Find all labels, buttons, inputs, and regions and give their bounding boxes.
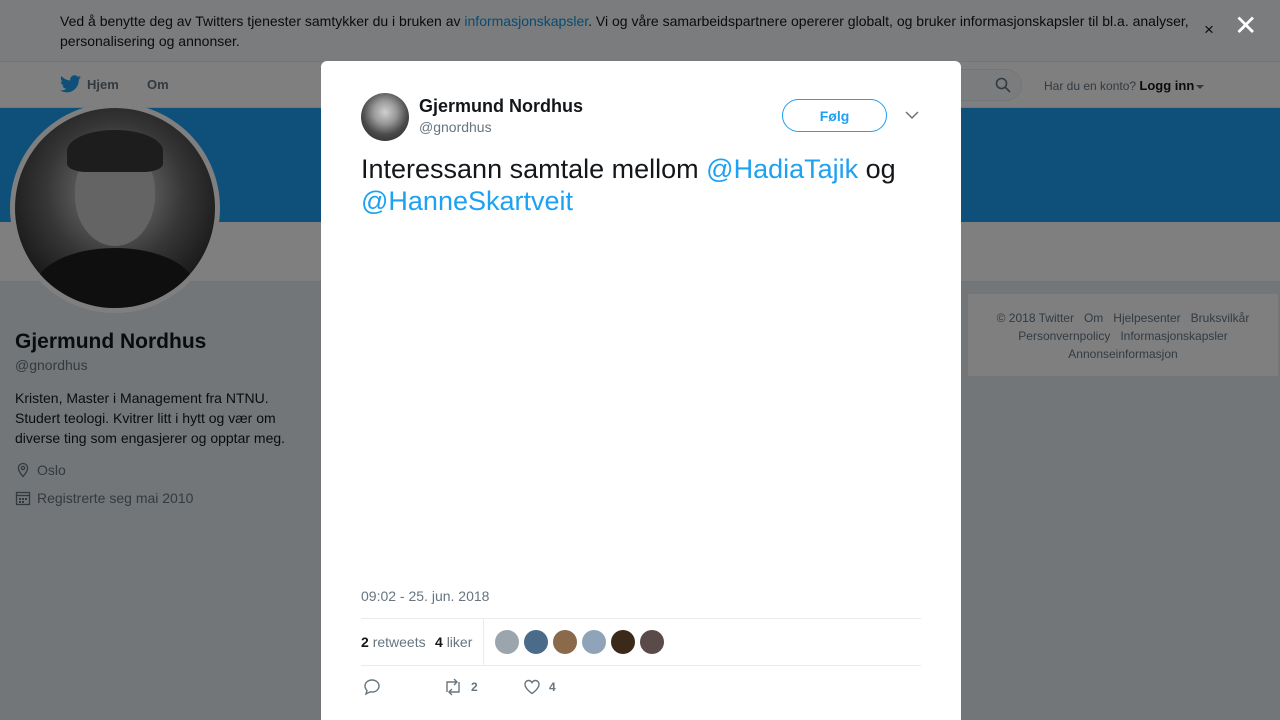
tweet-modal: Gjermund Nordhus @gnordhus Følg Interess… — [321, 61, 961, 720]
close-icon[interactable]: ✕ — [1234, 12, 1257, 40]
likers-avatars — [495, 630, 664, 654]
liker-avatar[interactable] — [524, 630, 548, 654]
mention-link[interactable]: @HadiaTajik — [706, 154, 858, 184]
tweet-text-part: Interessann samtale mellom — [361, 154, 707, 184]
liker-avatar[interactable] — [640, 630, 664, 654]
tweet-author-name[interactable]: Gjermund Nordhus — [419, 96, 583, 117]
retweet-count-value: 2 — [361, 634, 369, 650]
follow-button[interactable]: Følg — [782, 99, 887, 132]
tweet-stats: 2 retweets 4 liker — [361, 618, 921, 666]
liker-avatar[interactable] — [582, 630, 606, 654]
heart-icon — [524, 679, 540, 695]
tweet-author-avatar[interactable] — [361, 93, 409, 141]
chevron-down-icon[interactable] — [905, 107, 919, 125]
reply-button[interactable] — [363, 678, 381, 696]
retweet-count-label: retweets — [372, 634, 426, 650]
liker-avatar[interactable] — [611, 630, 635, 654]
stats-divider — [483, 619, 484, 666]
mention-link[interactable]: @HanneSkartveit — [361, 186, 573, 216]
liker-avatar[interactable] — [553, 630, 577, 654]
tweet-text-part: og — [858, 154, 896, 184]
tweet-text: Interessann samtale mellom @HadiaTajik o… — [361, 153, 921, 217]
like-count-value: 4 — [435, 634, 443, 650]
tweet-timestamp[interactable]: 09:02 - 25. jun. 2018 — [361, 588, 489, 604]
reply-icon — [364, 679, 380, 696]
retweet-button[interactable]: 2 — [443, 678, 478, 696]
tweet-author-handle[interactable]: @gnordhus — [419, 119, 492, 135]
retweet-icon — [446, 678, 460, 696]
retweet-action-count: 2 — [471, 680, 478, 694]
retweet-count[interactable]: 2 retweets — [361, 634, 426, 650]
tweet-actions: 2 4 — [361, 678, 921, 702]
like-action-count: 4 — [549, 680, 556, 694]
like-count-label: liker — [446, 634, 473, 650]
like-button[interactable]: 4 — [523, 678, 556, 696]
liker-avatar[interactable] — [495, 630, 519, 654]
like-count[interactable]: 4 liker — [435, 634, 472, 650]
